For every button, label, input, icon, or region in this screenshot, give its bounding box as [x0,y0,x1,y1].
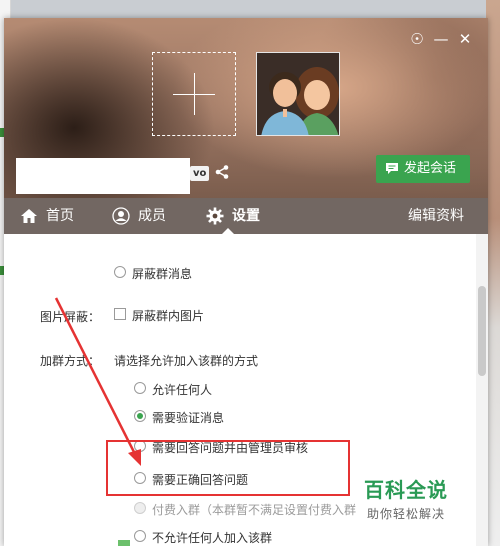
close-button[interactable]: ✕ [456,30,474,48]
image-block-label: 图片屏蔽： [40,310,101,324]
join-method-label: 加群方式： [40,354,101,368]
partial-checkbox [118,540,130,546]
watermark-title: 百科全说 [364,478,448,502]
tab-label: 成员 [138,208,166,224]
scrollbar-track[interactable] [476,234,488,546]
tab-home[interactable]: 首页 [20,198,92,234]
checkbox[interactable] [114,308,126,320]
annotation-highlight-box [106,440,350,496]
home-icon [21,209,37,223]
tab-label: 首页 [46,208,74,224]
couple-avatar-icon [257,53,339,135]
group-name-redacted [16,158,190,194]
tab-bar: 首页 成员 设置 编辑资料 [4,198,488,234]
group-avatar[interactable] [256,52,340,136]
share-icon[interactable] [214,164,230,180]
tab-settings[interactable]: 设置 [206,198,278,234]
radio-button[interactable] [134,382,146,394]
radio-button[interactable] [114,266,126,278]
upload-image-button[interactable] [152,52,236,136]
watermark: 百科全说 助你轻松解决 [364,474,448,522]
tab-label: 设置 [232,208,260,224]
radio-button[interactable] [134,530,146,542]
user-icon [112,207,130,225]
skin-icon[interactable]: ☉ [408,30,426,48]
tab-members[interactable]: 成员 [112,198,184,234]
background-app-edge-right [486,0,500,546]
start-chat-button[interactable]: 发起会话 [376,155,470,183]
group-tag: vo [190,166,210,181]
chat-bubble-icon [386,163,398,174]
radio-button-disabled [134,502,146,514]
gear-icon [206,207,224,225]
plus-icon-v [194,73,195,115]
minimize-button[interactable]: — [432,30,450,48]
edit-profile-link[interactable]: 编辑资料 [408,198,472,234]
join-method-description: 请选择允许加入该群的方式 [114,354,259,368]
radio-button-selected[interactable] [134,410,146,422]
start-chat-label: 发起会话 [404,161,457,176]
scrollbar-thumb[interactable] [478,286,486,376]
watermark-subtitle: 助你轻松解决 [366,507,445,521]
